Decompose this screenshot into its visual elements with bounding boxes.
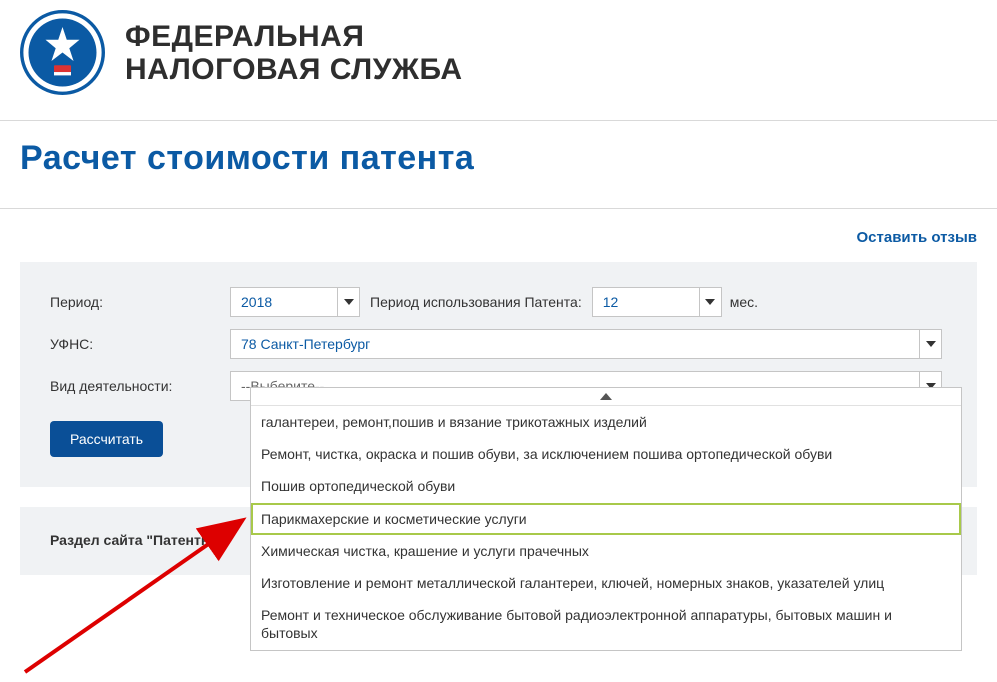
ufns-value: 78 Санкт-Петербург (231, 330, 941, 358)
divider (0, 208, 997, 209)
activity-dropdown: галантереи, ремонт,пошив и вязание трико… (250, 387, 962, 651)
dropdown-item[interactable]: Изготовление и ремонт металлической гала… (251, 567, 961, 599)
dropdown-item[interactable]: галантереи, ремонт,пошив и вязание трико… (251, 406, 961, 438)
ufns-select[interactable]: 78 Санкт-Петербург (230, 329, 942, 359)
section-footer-label: Раздел сайта "Патентная (50, 532, 225, 548)
period-row: Период: 2018 Период использования Патент… (50, 287, 947, 317)
header: ФЕДЕРАЛЬНАЯ НАЛОГОВАЯ СЛУЖБА (0, 0, 997, 105)
org-title-line2: НАЛОГОВАЯ СЛУЖБА (125, 53, 463, 86)
org-title: ФЕДЕРАЛЬНАЯ НАЛОГОВАЯ СЛУЖБА (125, 20, 463, 86)
ufns-label: УФНС: (50, 336, 230, 352)
period-label: Период: (50, 294, 230, 310)
dropdown-item[interactable]: Ремонт, чистка, окраска и пошив обуви, з… (251, 438, 961, 470)
unit-label: мес. (730, 294, 758, 310)
divider (0, 120, 997, 121)
dropdown-item-highlighted[interactable]: Парикмахерские и косметические услуги (251, 503, 961, 535)
usage-label: Период использования Патента: (370, 294, 582, 310)
dropdown-item[interactable]: Пошив ортопедической обуви (251, 470, 961, 502)
chevron-down-icon (919, 330, 941, 358)
chevron-down-icon (699, 288, 721, 316)
feedback-link-wrap: Оставить отзыв (0, 219, 997, 262)
duration-select[interactable]: 12 (592, 287, 722, 317)
scroll-up-icon[interactable] (251, 388, 961, 406)
org-title-line1: ФЕДЕРАЛЬНАЯ (125, 20, 463, 53)
calculate-button[interactable]: Рассчитать (50, 421, 163, 457)
ufns-row: УФНС: 78 Санкт-Петербург (50, 329, 947, 359)
feedback-link[interactable]: Оставить отзыв (857, 229, 978, 246)
activity-label: Вид деятельности: (50, 378, 230, 394)
dropdown-item[interactable]: Ремонт и техническое обслуживание бытово… (251, 599, 961, 649)
form-container: Период: 2018 Период использования Патент… (20, 262, 977, 487)
chevron-down-icon (337, 288, 359, 316)
period-select[interactable]: 2018 (230, 287, 360, 317)
page-title: Расчет стоимости патента (0, 131, 997, 193)
dropdown-item[interactable]: Химическая чистка, крашение и услуги пра… (251, 535, 961, 567)
fns-emblem (20, 10, 105, 95)
